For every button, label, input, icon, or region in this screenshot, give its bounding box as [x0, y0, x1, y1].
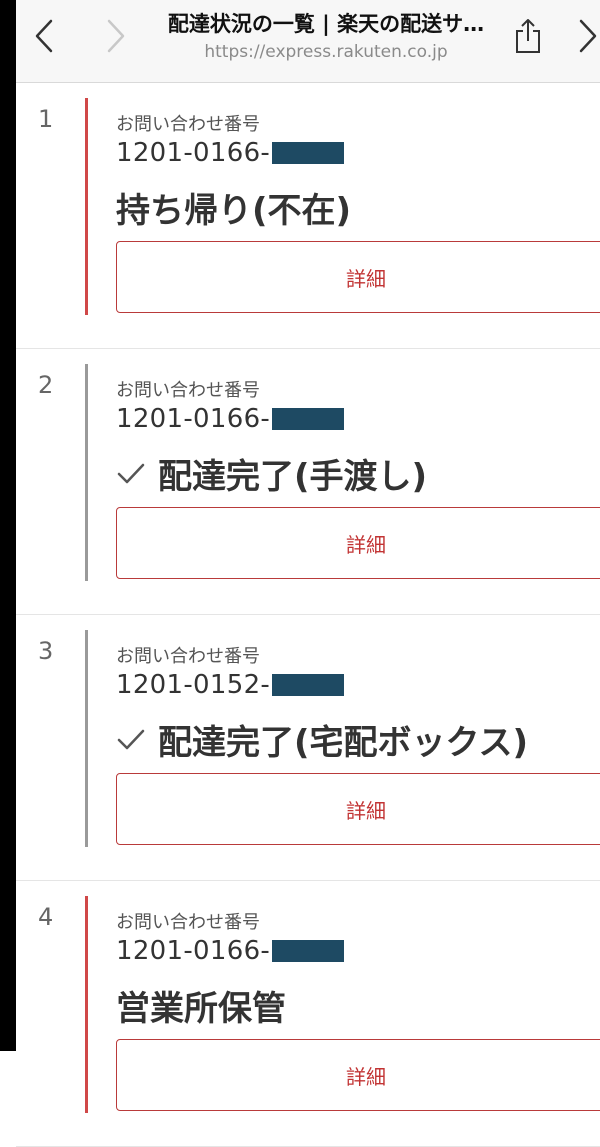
list-item: 1 お問い合わせ番号 1201-0166- 持ち帰り(不在) 詳細 [16, 83, 600, 349]
tracking-label: お問い合わせ番号 [116, 912, 260, 933]
status-bar [85, 364, 88, 581]
share-icon [516, 19, 540, 53]
detail-button[interactable]: 詳細 [116, 507, 600, 579]
redaction-mask [272, 142, 345, 164]
status-text: 持ち帰り(不在) [116, 191, 352, 231]
detail-button[interactable]: 詳細 [116, 1039, 600, 1111]
list-item: 4 お問い合わせ番号 1201-0166- 営業所保管 詳細 [16, 881, 600, 1147]
check-icon [116, 459, 146, 489]
item-number: 2 [38, 371, 54, 399]
item-number: 1 [38, 105, 54, 133]
tracking-number: 1201-0166- [116, 936, 345, 966]
tracking-label: お問い合わせ番号 [116, 380, 260, 401]
chevron-right-icon [579, 19, 597, 53]
forward-button[interactable] [96, 14, 136, 58]
page-title: 配達状況の一覧 | 楽天の配送サ… [167, 12, 485, 36]
delivery-list: 1 お問い合わせ番号 1201-0166- 持ち帰り(不在) 詳細 2 お問い合… [16, 83, 600, 1147]
status-text: 配達完了(手渡し) [158, 457, 428, 497]
status-bar [85, 630, 88, 847]
tracking-label: お問い合わせ番号 [116, 114, 260, 135]
item-number: 3 [38, 637, 54, 665]
check-icon [116, 725, 146, 755]
tracking-number: 1201-0166- [116, 138, 345, 168]
chevron-left-icon [35, 19, 53, 53]
left-edge [0, 0, 16, 1051]
status-text: 営業所保管 [116, 989, 286, 1029]
redaction-mask [272, 408, 345, 430]
detail-button[interactable]: 詳細 [116, 241, 600, 313]
tracking-number-text: 1201-0152- [116, 670, 271, 700]
tracking-number-text: 1201-0166- [116, 138, 271, 168]
tracking-number-text: 1201-0166- [116, 404, 271, 434]
tracking-number: 1201-0152- [116, 670, 345, 700]
detail-button[interactable]: 詳細 [116, 773, 600, 845]
share-button[interactable] [508, 14, 548, 58]
delivery-status: 持ち帰り(不在) [116, 183, 351, 232]
delivery-status: 配達完了(手渡し) [116, 449, 427, 498]
tracking-number: 1201-0166- [116, 404, 345, 434]
tracking-number-text: 1201-0166- [116, 936, 271, 966]
delivery-status: 配達完了(宅配ボックス) [116, 715, 528, 764]
redaction-mask [272, 674, 345, 696]
redaction-mask [272, 940, 345, 962]
status-bar [85, 896, 88, 1113]
page-url: https://express.rakuten.co.jp [204, 42, 448, 62]
title-area: 配達状況の一覧 | 楽天の配送サ… https://express.rakute… [146, 8, 506, 62]
status-text: 配達完了(宅配ボックス) [158, 723, 529, 763]
browser-header: 配達状況の一覧 | 楽天の配送サ… https://express.rakute… [16, 0, 600, 83]
list-item: 2 お問い合わせ番号 1201-0166- 配達完了(手渡し) 詳細 [16, 349, 600, 615]
chevron-right-icon [107, 19, 125, 53]
tracking-label: お問い合わせ番号 [116, 646, 260, 667]
tabs-button[interactable] [568, 14, 600, 58]
list-item: 3 お問い合わせ番号 1201-0152- 配達完了(宅配ボックス) 詳細 [16, 615, 600, 881]
status-bar [85, 98, 88, 315]
back-button[interactable] [24, 14, 64, 58]
item-number: 4 [38, 903, 54, 931]
delivery-status: 営業所保管 [116, 981, 286, 1030]
